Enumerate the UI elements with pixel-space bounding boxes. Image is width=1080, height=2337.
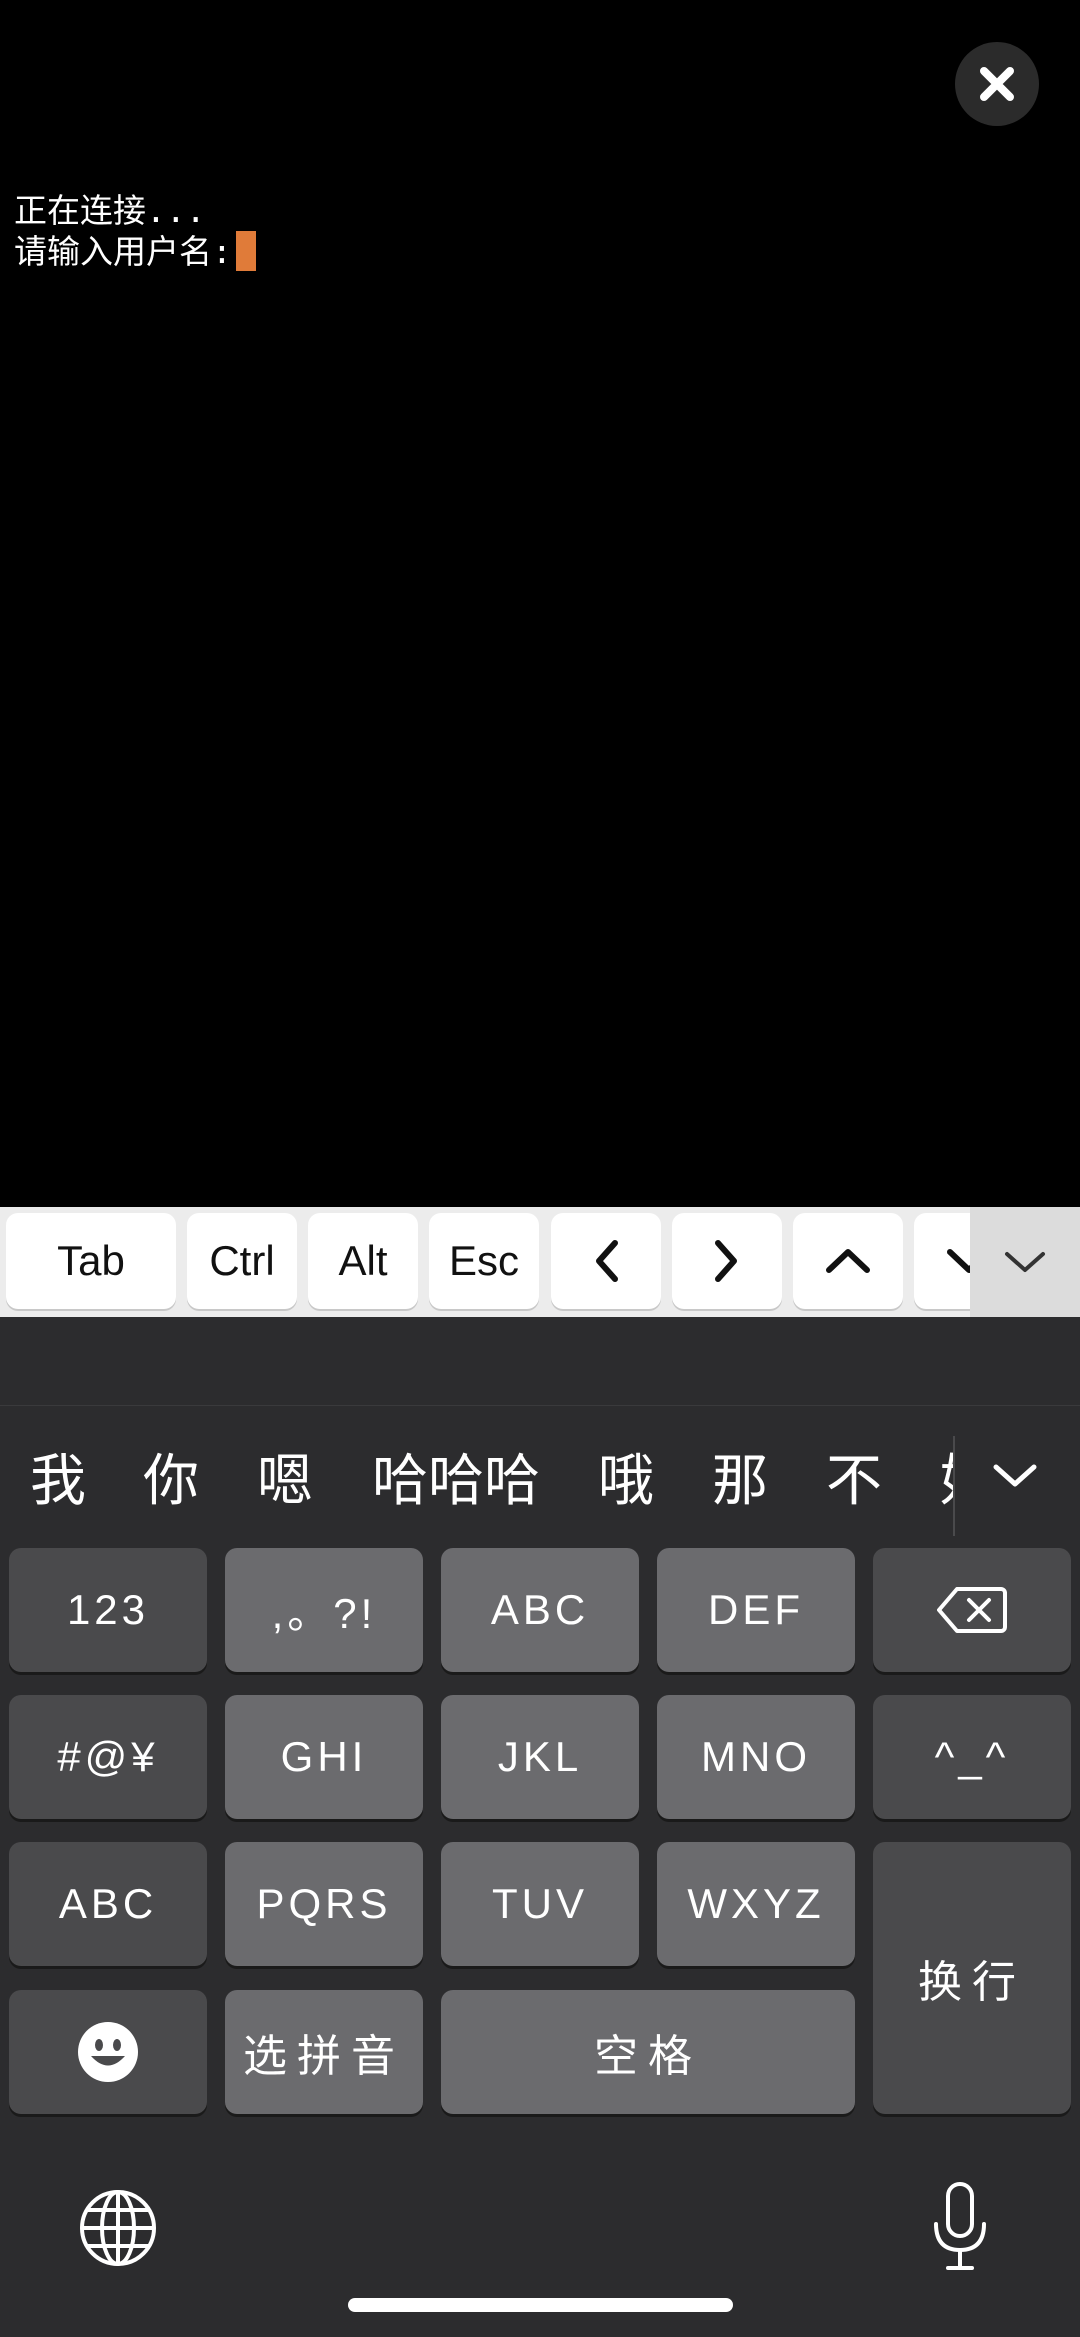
pqrs-key[interactable]: PQRS (225, 1842, 423, 1966)
candidate-item[interactable]: 好 (940, 1436, 953, 1517)
terminal-prompt: 请输入用户名: (14, 232, 232, 271)
chevron-left-icon (596, 1240, 618, 1282)
keyboard-top-area (0, 1317, 1080, 1406)
candidate-item[interactable]: 那 (712, 1436, 768, 1517)
tuv-key[interactable]: TUV (441, 1842, 639, 1966)
chevron-down-icon (947, 1249, 970, 1273)
symbols-key[interactable]: #@¥ (9, 1695, 207, 1819)
delete-key[interactable] (873, 1548, 1071, 1672)
terminal-output: 正在连接... 请输入用户名: (14, 190, 256, 272)
terminal-cursor (235, 231, 256, 271)
mno-key[interactable]: MNO (657, 1695, 855, 1819)
emoji-icon (78, 2022, 138, 2082)
emoji-key[interactable] (9, 1990, 207, 2114)
candidate-item[interactable]: 哈哈哈 (372, 1436, 540, 1517)
alt-key[interactable]: Alt (308, 1213, 418, 1309)
keyboard: 我 你 嗯 哈哈哈 哦 那 不 好 (0, 1317, 1080, 2337)
accessory-keys-scroll[interactable]: Tab Ctrl Alt Esc (0, 1207, 970, 1317)
english-mode-key[interactable]: ABC (9, 1842, 207, 1966)
kaomoji-key[interactable]: ^_^ (873, 1695, 1071, 1819)
candidate-bar: 我 你 嗯 哈哈哈 哦 那 不 好 (0, 1406, 1080, 1556)
dictation-button[interactable] (930, 2180, 990, 2275)
accessory-key-bar: Tab Ctrl Alt Esc (0, 1207, 1080, 1317)
terminal-line: 正在连接... (14, 191, 206, 230)
home-indicator[interactable] (348, 2298, 733, 2312)
hide-keyboard-button[interactable] (970, 1207, 1080, 1317)
esc-key[interactable]: Esc (429, 1213, 539, 1309)
chevron-down-icon (1005, 1252, 1045, 1272)
arrow-up-key[interactable] (793, 1213, 903, 1309)
candidate-item[interactable]: 我 (30, 1436, 86, 1517)
def-key[interactable]: DEF (657, 1548, 855, 1672)
backspace-icon (937, 1587, 1007, 1633)
candidate-list: 我 你 嗯 哈哈哈 哦 那 不 好 (0, 1406, 953, 1556)
abc-key[interactable]: ABC (441, 1548, 639, 1672)
space-key-label: 空格 (594, 2031, 702, 2082)
globe-icon (80, 2190, 156, 2266)
chevron-right-icon (715, 1240, 737, 1282)
punctuation-key[interactable]: ,。?! (225, 1548, 423, 1672)
select-pinyin-key[interactable]: 选拼音 (225, 1990, 423, 2114)
ctrl-key[interactable]: Ctrl (187, 1213, 297, 1309)
return-key-label: 换行 (918, 1957, 1026, 2008)
chevron-down-icon (993, 1464, 1037, 1487)
close-button[interactable] (955, 42, 1039, 126)
microphone-icon (934, 2182, 986, 2270)
tab-key[interactable]: Tab (6, 1213, 176, 1309)
wxyz-key[interactable]: WXYZ (657, 1842, 855, 1966)
space-key[interactable]: 空格 (441, 1990, 855, 2114)
return-key[interactable]: 换行 (873, 1842, 1071, 2114)
arrow-right-key[interactable] (672, 1213, 782, 1309)
arrow-down-key[interactable] (914, 1213, 970, 1309)
candidate-item[interactable]: 你 (143, 1436, 199, 1517)
candidate-item[interactable]: 哦 (598, 1436, 654, 1517)
close-icon (980, 67, 1014, 101)
jkl-key[interactable]: JKL (441, 1695, 639, 1819)
terminal-view[interactable]: 正在连接... 请输入用户名: (0, 0, 1080, 1207)
arrow-left-key[interactable] (551, 1213, 661, 1309)
candidate-divider (953, 1436, 955, 1536)
switch-keyboard-button[interactable] (78, 2188, 158, 2268)
chevron-up-icon (826, 1249, 870, 1273)
candidate-item[interactable]: 嗯 (257, 1436, 313, 1517)
numbers-key[interactable]: 123 (9, 1548, 207, 1672)
terminal-prompt-line: 请输入用户名: (14, 231, 256, 272)
expand-candidates-button[interactable] (960, 1426, 1070, 1526)
select-pinyin-label: 选拼音 (243, 2031, 405, 2082)
ghi-key[interactable]: GHI (225, 1695, 423, 1819)
candidate-item[interactable]: 不 (826, 1436, 882, 1517)
